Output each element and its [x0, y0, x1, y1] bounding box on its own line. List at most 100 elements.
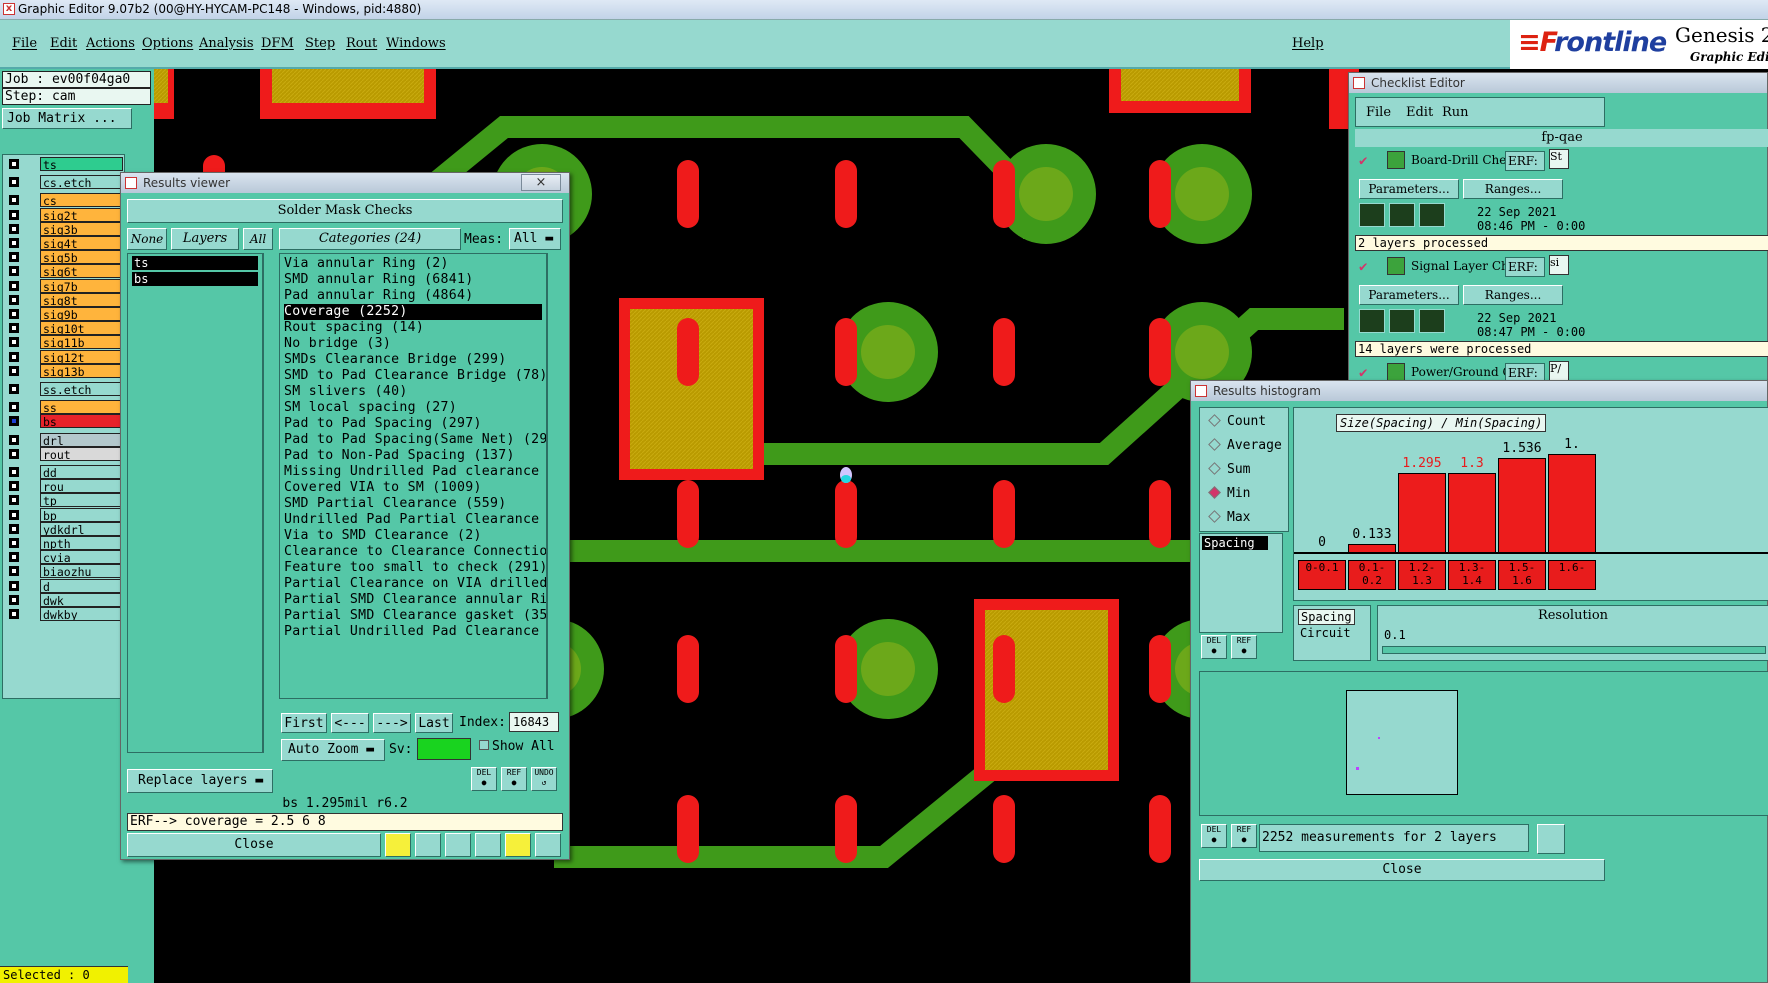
checklist-menu-run[interactable]: Run: [1442, 105, 1469, 120]
checklist-menu-edit[interactable]: Edit: [1406, 105, 1433, 120]
layer-row[interactable]: cs: [6, 193, 123, 208]
layer-checkbox[interactable]: [9, 294, 19, 305]
layer-checkbox[interactable]: [9, 280, 19, 291]
zoom-select[interactable]: Auto Zoom ▬: [281, 739, 385, 761]
histogram-bar[interactable]: [1448, 473, 1496, 552]
ranges-button[interactable]: Ranges...: [1463, 285, 1563, 305]
category-item[interactable]: Partial SMD Clearance gasket (355: [284, 608, 546, 624]
layer-checkbox[interactable]: [9, 309, 19, 319]
preview-map[interactable]: [1346, 690, 1458, 795]
layer-name[interactable]: bp: [40, 507, 123, 522]
check-erf-value[interactable]: si: [1549, 255, 1569, 275]
layer-row[interactable]: bs: [6, 414, 123, 429]
layer-checkbox[interactable]: [9, 195, 19, 206]
layer-list-scrollbar[interactable]: [263, 253, 277, 753]
job-matrix-button[interactable]: Job Matrix ...: [2, 108, 132, 129]
delete-button[interactable]: DEL ●: [471, 767, 497, 791]
mode-radio[interactable]: Average: [1208, 438, 1282, 453]
check-name[interactable]: Power/Ground C: [1411, 365, 1512, 379]
run-icon[interactable]: [1359, 203, 1385, 227]
clear-icon[interactable]: [445, 833, 471, 857]
layer-checkbox[interactable]: [9, 523, 19, 534]
category-item[interactable]: Clearance to Clearance Connection: [284, 544, 546, 560]
category-item[interactable]: Pad to Pad Spacing(Same Net) (29): [284, 432, 546, 448]
layer-name[interactable]: sig2t: [40, 207, 123, 222]
layers-button[interactable]: Layers: [171, 228, 239, 250]
none-button[interactable]: None: [127, 228, 167, 250]
layer-row[interactable]: sig8t: [6, 292, 123, 308]
layer-name[interactable]: rou: [40, 479, 123, 494]
categories-button[interactable]: Categories (24): [279, 228, 461, 250]
menu-help[interactable]: Help: [1292, 36, 1324, 51]
side-item-circuit[interactable]: Circuit: [1300, 626, 1351, 640]
layer-checkbox[interactable]: [9, 609, 19, 619]
mode-radio[interactable]: Max: [1208, 510, 1250, 525]
histogram-bar[interactable]: [1398, 473, 1446, 552]
undo-button[interactable]: UNDO ↺: [531, 767, 557, 791]
category-item[interactable]: Missing Undrilled Pad clearance (: [284, 464, 546, 480]
all-button[interactable]: All: [243, 228, 273, 250]
replace-layers-select[interactable]: Replace layers ▬: [127, 769, 273, 793]
category-item[interactable]: SMD annular Ring (6841): [284, 272, 474, 288]
layer-row[interactable]: sig10t: [6, 321, 123, 336]
previous-button[interactable]: <---: [331, 713, 369, 733]
histogram-bar[interactable]: [1348, 544, 1396, 552]
check-erf-value[interactable]: St: [1549, 149, 1569, 169]
mode-radio[interactable]: Min: [1208, 486, 1250, 501]
layer-row[interactable]: biaozhu: [6, 564, 123, 579]
step-icon[interactable]: [1389, 203, 1415, 227]
category-scrollbar[interactable]: [547, 253, 561, 699]
check-name[interactable]: Board-Drill Che: [1411, 153, 1506, 167]
layer-result-list[interactable]: ts bs: [127, 253, 263, 753]
run-icon[interactable]: [1359, 309, 1385, 333]
layer-checkbox[interactable]: [9, 467, 19, 477]
layer-name[interactable]: cvia: [40, 550, 123, 565]
layer-name[interactable]: sig7b: [40, 278, 123, 293]
field-list[interactable]: Spacing: [1199, 533, 1283, 633]
layer-row[interactable]: tp: [6, 493, 123, 508]
layer-checkbox[interactable]: [9, 223, 19, 234]
layer-row[interactable]: drl: [6, 432, 123, 448]
layer-row[interactable]: npth: [6, 536, 123, 551]
layer-row[interactable]: sig4t: [6, 236, 123, 251]
layer-checkbox[interactable]: [9, 402, 19, 413]
histogram-bar[interactable]: [1498, 458, 1546, 552]
layer-checkbox[interactable]: [9, 448, 19, 459]
close-icon[interactable]: ×: [521, 174, 561, 191]
layer-checkbox[interactable]: [9, 351, 19, 362]
parameters-button[interactable]: Parameters...: [1359, 285, 1459, 305]
menu-windows[interactable]: Windows: [386, 36, 446, 51]
next-button[interactable]: --->: [373, 713, 411, 733]
category-item[interactable]: Partial Clearance on VIA drilled: [284, 576, 546, 592]
histogram-bar[interactable]: [1548, 454, 1596, 552]
refresh-button[interactable]: REF ●: [501, 767, 527, 791]
category-item[interactable]: SM slivers (40): [284, 384, 408, 400]
layer-checkbox[interactable]: [9, 509, 19, 520]
show-all-checkbox[interactable]: [479, 740, 489, 750]
layer-row[interactable]: sig2t: [6, 207, 123, 223]
report-icon[interactable]: [385, 833, 411, 857]
category-item[interactable]: SM local spacing (27): [284, 400, 457, 416]
layer-row[interactable]: sig12t: [6, 349, 123, 365]
layer-checkbox[interactable]: [9, 495, 19, 506]
last-button[interactable]: Last: [415, 713, 453, 733]
layer-name[interactable]: dwk: [40, 592, 123, 607]
layer-checkbox[interactable]: [9, 337, 19, 348]
histogram-icon[interactable]: [535, 833, 561, 857]
check-erf[interactable]: ERF:: [1505, 151, 1545, 171]
layer-checkbox[interactable]: [9, 323, 19, 334]
category-item[interactable]: Via annular Ring (2): [284, 256, 449, 272]
layer-name[interactable]: sig12t: [40, 349, 123, 364]
histogram-refresh-button[interactable]: REF ●: [1231, 635, 1257, 659]
layer-checkbox[interactable]: [9, 594, 19, 605]
category-item[interactable]: Covered VIA to SM (1009): [284, 480, 482, 496]
layer-row[interactable]: sig13b: [6, 363, 123, 379]
measure-icon[interactable]: [475, 833, 501, 857]
layer-row[interactable]: cvia: [6, 550, 123, 565]
layer-row[interactable]: ts: [6, 157, 123, 172]
category-item[interactable]: Coverage (2252): [284, 304, 542, 320]
category-item[interactable]: Pad annular Ring (4864): [284, 288, 474, 304]
layer-name[interactable]: dwkby: [40, 607, 123, 621]
check-enabled-icon[interactable]: ✔: [1359, 259, 1367, 275]
layer-row[interactable]: sig9b: [6, 307, 123, 322]
